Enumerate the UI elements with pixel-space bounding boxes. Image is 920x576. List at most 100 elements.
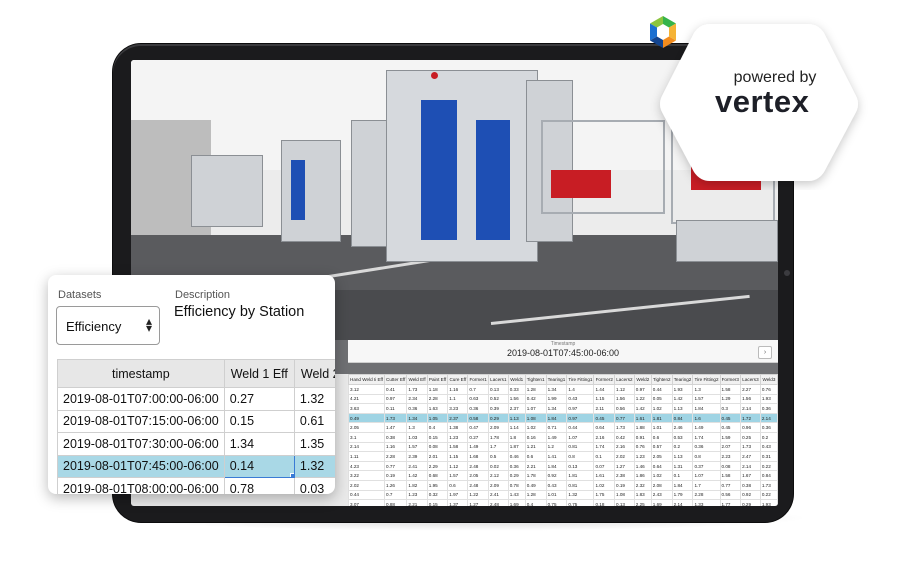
viewer-column-header[interactable]: Former2	[593, 374, 616, 385]
viewer-cell[interactable]: 3.07	[348, 499, 386, 506]
viewer-cell[interactable]: 0.46	[507, 451, 526, 462]
viewer-cell[interactable]: 0.97	[384, 393, 408, 405]
viewer-cell[interactable]: 0.13	[614, 499, 635, 506]
viewer-cell[interactable]: 1.81	[650, 412, 673, 424]
viewer-cell[interactable]: 1.13	[671, 451, 694, 462]
viewer-cell[interactable]: 1.44	[593, 384, 616, 395]
viewer-cell[interactable]: 1.6	[692, 412, 721, 424]
viewer-cell[interactable]: 1.69	[507, 499, 526, 506]
cell-weld1[interactable]: 0.78	[223, 477, 295, 494]
viewer-cell[interactable]: 0.29	[740, 499, 761, 506]
viewer-cell[interactable]: 1.47	[384, 422, 408, 433]
viewer-cell[interactable]: 0.49	[524, 479, 547, 491]
viewer-cell[interactable]: 0.13	[566, 460, 595, 472]
viewer-cell[interactable]: 1.02	[650, 470, 673, 481]
viewer-cell[interactable]: 0.76	[759, 384, 778, 395]
viewer-cell[interactable]: 0.44	[650, 384, 673, 395]
viewer-cell[interactable]: 1.58	[447, 441, 469, 453]
viewer-cell[interactable]: 1.34	[545, 403, 568, 414]
viewer-cell[interactable]: 1.14	[507, 422, 526, 433]
viewer-cell[interactable]: 1.56	[740, 393, 761, 405]
viewer-cell[interactable]: 1.02	[650, 403, 673, 414]
viewer-cell[interactable]: 0.43	[759, 441, 778, 453]
cell-timestamp[interactable]: 2019-08-01T07:45:00-06:00	[57, 454, 225, 478]
viewer-cell[interactable]: 1.02	[593, 479, 616, 491]
viewer-cell[interactable]: 1.27	[614, 460, 635, 472]
viewer-cell[interactable]: 1.12	[614, 384, 635, 395]
viewer-cell[interactable]: 0.45	[719, 422, 742, 433]
viewer-cell[interactable]: 2.16	[614, 441, 635, 453]
viewer-cell[interactable]: 2.43	[650, 489, 673, 501]
viewer-row[interactable]: 3.1 0.38 1.03 0.15 1.23 0.27 1.78 1.8 0.16 1.49 1.…	[348, 431, 778, 443]
viewer-cell[interactable]: 2.28	[692, 489, 721, 501]
viewer-cell[interactable]: 0.22	[759, 489, 778, 501]
table-row[interactable]: 2019-08-01T07:15:00-06:00 0.15 0.61	[57, 409, 335, 433]
viewer-cell[interactable]: 2.02	[348, 479, 386, 491]
viewer-cell[interactable]: 0.7	[384, 489, 408, 501]
viewer-cell[interactable]: 2.48	[467, 479, 489, 491]
viewer-cell[interactable]: 1.78	[487, 431, 509, 443]
viewer-cell[interactable]: 0.64	[593, 422, 616, 433]
viewer-column-header[interactable]: Hand Weld Ii Eff	[348, 374, 386, 385]
viewer-row[interactable]: 3.63 0.11 0.36 1.63 3.23 0.36 0.39 2.37 1.07 1.34…	[348, 403, 778, 414]
viewer-cell[interactable]: 0.33	[507, 384, 526, 395]
viewer-cell[interactable]: 1.08	[524, 412, 547, 424]
viewer-cell[interactable]: 0.56	[719, 489, 742, 501]
viewer-cell[interactable]: 2.05	[348, 422, 386, 433]
viewer-cell[interactable]: 0.84	[671, 412, 694, 424]
viewer-cell[interactable]: 0.39	[487, 403, 509, 414]
viewer-cell[interactable]: 0.57	[650, 441, 673, 453]
viewer-cell[interactable]: 0.08	[719, 460, 742, 472]
viewer-column-header[interactable]: Former1	[467, 374, 489, 385]
viewer-cell[interactable]: 0.4	[426, 422, 449, 433]
viewer-cell[interactable]: 0.8	[566, 451, 595, 462]
viewer-cell[interactable]: 0.91	[633, 431, 652, 443]
viewer-cell[interactable]: 0.81	[566, 479, 595, 491]
viewer-cell[interactable]: 1.34	[406, 412, 428, 424]
viewer-cell[interactable]: 1.75	[593, 489, 616, 501]
machine-central-station[interactable]	[386, 70, 538, 262]
viewer-cell[interactable]: 0.4	[524, 499, 547, 506]
viewer-cell[interactable]: 0.7	[467, 384, 489, 395]
viewer-cell[interactable]: 1.79	[671, 489, 694, 501]
viewer-cell[interactable]: 0.43	[545, 479, 568, 491]
viewer-cell[interactable]: 0.77	[719, 479, 742, 491]
viewer-cell[interactable]: 0.8	[692, 451, 721, 462]
viewer-cell[interactable]: 1.63	[426, 403, 449, 414]
viewer-cell[interactable]: 1.88	[633, 422, 652, 433]
viewer-cell[interactable]: 2.39	[406, 451, 428, 462]
viewer-cell[interactable]: 2.09	[487, 479, 509, 491]
viewer-cell[interactable]: 1.23	[633, 451, 652, 462]
viewer-cell[interactable]: 2.41	[487, 489, 509, 501]
viewer-cell[interactable]: 1.56	[614, 393, 635, 405]
viewer-cell[interactable]: 0.58	[467, 412, 489, 424]
viewer-row-selected[interactable]: 0.49 1.73 1.34 1.05 2.37 0.58 0.29 1.13 1.08 1.84…	[348, 412, 778, 424]
viewer-cell[interactable]: 0.97	[633, 384, 652, 395]
viewer-cell[interactable]: 1.57	[447, 470, 469, 481]
viewer-cell[interactable]: 2.09	[487, 422, 509, 433]
viewer-cell[interactable]: 2.05	[650, 451, 673, 462]
viewer-cell[interactable]: 1.15	[447, 451, 469, 462]
viewer-cell[interactable]: 1.16	[384, 441, 408, 453]
viewer-cell[interactable]: 1.67	[740, 470, 761, 481]
viewer-cell[interactable]: 0.3	[719, 403, 742, 414]
viewer-cell[interactable]: 2.14	[348, 441, 386, 453]
viewer-cell[interactable]: 1.68	[467, 451, 489, 462]
viewer-cell[interactable]: 1.81	[566, 470, 595, 481]
viewer-cell[interactable]: 0.25	[740, 431, 761, 443]
viewer-column-header[interactable]: Cure Eff	[447, 374, 469, 385]
viewer-cell[interactable]: 2.01	[426, 451, 449, 462]
viewer-cell[interactable]: 2.23	[719, 451, 742, 462]
viewer-cell[interactable]: 0.32	[426, 489, 449, 501]
viewer-cell[interactable]: 0.42	[614, 431, 635, 443]
viewer-cell[interactable]: 0.78	[507, 479, 526, 491]
table-row[interactable]: 2019-08-01T08:00:00-06:00 0.78 0.03	[57, 477, 335, 494]
viewer-data-grid[interactable]: Hand Weld Ii Eff Cutter Eff Weld Eff Paint …	[348, 374, 778, 506]
viewer-cell[interactable]: 0.53	[671, 431, 694, 443]
cell-timestamp[interactable]: 2019-08-01T08:00:00-06:00	[57, 477, 225, 494]
table-row-selected[interactable]: 2019-08-01T07:45:00-06:00 0.14 1.32	[57, 454, 335, 478]
viewer-row[interactable]: 2.05 1.47 1.3 0.4 1.38 0.47 2.09 1.14 1.02 0.71 0.…	[348, 422, 778, 433]
viewer-cell[interactable]: 1.57	[406, 441, 428, 453]
timestamp-value[interactable]: 2019-08-01T07:45:00-06:00	[348, 348, 778, 358]
viewer-cell[interactable]: 0.45	[593, 412, 616, 424]
